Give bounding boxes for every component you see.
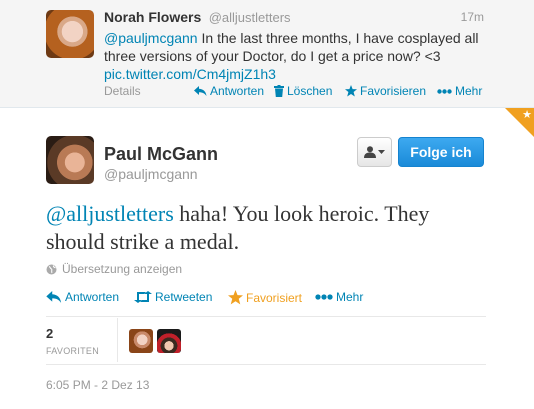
reply-tweet-actions: Details Antworten Löschen Favorisieren M… xyxy=(104,84,484,100)
favorited-corner-badge: ★ xyxy=(505,108,534,137)
favorite-button[interactable]: Favorisieren xyxy=(345,84,426,98)
author-handle[interactable]: @pauljmcgann xyxy=(104,166,198,182)
reply-tweet-header: Norah Flowers @alljustletters 17m xyxy=(104,9,484,27)
retweet-label: Retweeten xyxy=(155,290,213,304)
tweet-text: @pauljmcgann In the last three months, I… xyxy=(104,29,484,83)
media-link[interactable]: pic.twitter.com/Cm4jmjZ1h3 xyxy=(104,66,276,82)
favorites-label: FAVORITEN xyxy=(46,346,100,356)
details-link[interactable]: Details xyxy=(104,84,141,98)
more-button[interactable]: Mehr xyxy=(437,84,482,98)
more-label: Mehr xyxy=(336,290,364,304)
divider xyxy=(46,316,486,317)
more-button[interactable]: Mehr xyxy=(315,290,363,304)
delete-button[interactable]: Löschen xyxy=(274,84,332,98)
retweet-button[interactable]: Retweeten xyxy=(134,290,212,304)
person-icon xyxy=(364,146,376,158)
author-handle[interactable]: @alljustletters xyxy=(209,10,291,25)
reply-arrow-icon xyxy=(194,85,207,96)
star-icon xyxy=(345,85,357,97)
author-name[interactable]: Norah Flowers xyxy=(104,9,201,25)
user-actions-dropdown[interactable] xyxy=(357,137,392,167)
avatar[interactable] xyxy=(46,136,94,184)
mention-link[interactable]: @alljustletters xyxy=(46,201,174,226)
delete-label: Löschen xyxy=(287,84,333,98)
favoriter-avatar[interactable] xyxy=(129,329,153,353)
star-icon xyxy=(228,290,243,305)
translate-label: Übersetzung anzeigen xyxy=(62,262,183,276)
avatar[interactable] xyxy=(46,10,94,58)
favorites-count: 2 xyxy=(46,326,54,341)
favorite-label: Favorisieren xyxy=(360,84,427,98)
favorites-stat[interactable]: 2 FAVORITEN xyxy=(46,326,99,356)
main-tweet-actions: Antworten Retweeten Favorisiert Mehr xyxy=(46,290,486,306)
mention-link[interactable]: @pauljmcgann xyxy=(104,30,198,46)
globe-icon xyxy=(46,264,57,274)
more-label: Mehr xyxy=(455,84,483,98)
ellipsis-icon xyxy=(437,88,452,94)
ellipsis-icon xyxy=(315,294,333,300)
favorited-button[interactable]: Favorisiert xyxy=(228,290,302,305)
favoriter-avatar[interactable] xyxy=(157,329,181,353)
reply-button[interactable]: Antworten xyxy=(194,84,264,98)
retweet-icon xyxy=(134,291,152,303)
reply-label: Antworten xyxy=(65,290,120,304)
chevron-down-icon xyxy=(378,150,385,154)
follow-button[interactable]: Folge ich xyxy=(398,137,484,167)
divider xyxy=(46,364,486,365)
reply-arrow-icon xyxy=(46,290,62,303)
divider xyxy=(117,318,118,362)
translate-link[interactable]: Übersetzung anzeigen xyxy=(46,262,182,276)
reply-label: Antworten xyxy=(210,84,265,98)
author-name[interactable]: Paul McGann xyxy=(104,144,218,165)
tweet-text: @alljustletters haha! You look heroic. T… xyxy=(46,200,486,256)
reply-button[interactable]: Antworten xyxy=(46,290,119,304)
favorited-label: Favorisiert xyxy=(246,290,303,305)
star-icon: ★ xyxy=(522,109,532,121)
tweet-time[interactable]: 17m xyxy=(461,10,484,24)
reply-tweet: Norah Flowers @alljustletters 17m @paulj… xyxy=(0,0,534,108)
trash-icon xyxy=(274,85,284,97)
tweet-timestamp[interactable]: 6:05 PM - 2 Dez 13 xyxy=(46,378,149,392)
